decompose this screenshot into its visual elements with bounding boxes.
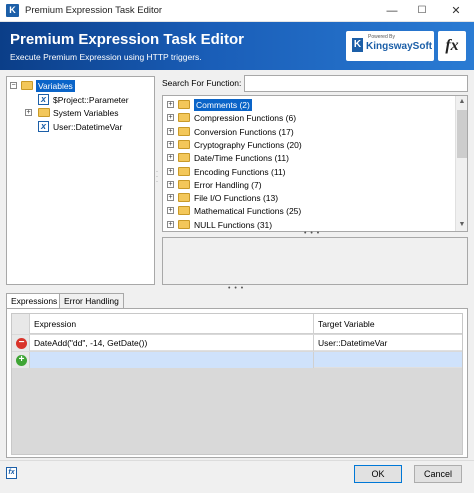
new-expression-cell[interactable] — [30, 352, 314, 368]
tree-label-variables: Variables — [36, 80, 75, 92]
folder-icon — [178, 100, 190, 109]
expression-cell[interactable]: DateAdd("dd", -14, GetDate()) — [30, 335, 314, 351]
expressions-panel: Expression Target Variable − DateAdd("dd… — [6, 308, 468, 458]
search-function-input[interactable] — [244, 75, 468, 92]
cancel-button[interactable]: Cancel — [414, 465, 462, 483]
app-icon: K — [6, 4, 19, 17]
fx-icon: fx — [438, 31, 466, 61]
folder-icon — [178, 113, 190, 123]
column-header-target-variable[interactable]: Target Variable — [314, 314, 462, 334]
table-row[interactable]: − DateAdd("dd", -14, GetDate()) User::Da… — [12, 335, 462, 351]
expressions-grid[interactable]: Expression Target Variable − DateAdd("dd… — [11, 313, 463, 455]
grid-header: Expression Target Variable — [12, 314, 462, 334]
expand-icon[interactable]: + — [167, 101, 174, 108]
folder-icon — [21, 81, 33, 90]
expand-icon[interactable]: + — [167, 127, 174, 135]
add-row-icon[interactable]: + — [16, 355, 27, 366]
tab-strip: Expressions Error Handling — [6, 293, 468, 309]
remove-row-icon[interactable]: − — [16, 338, 27, 349]
banner-subtitle: Execute Premium Expression using HTTP tr… — [10, 52, 202, 62]
folder-icon — [178, 206, 190, 216]
variable-icon: x — [38, 121, 49, 132]
folder-icon — [178, 126, 190, 136]
expand-icon[interactable]: + — [167, 220, 174, 228]
header-banner: Premium Expression Task Editor Execute P… — [0, 22, 474, 70]
folder-icon — [178, 219, 190, 229]
tree-item-label: System Variables — [53, 108, 119, 118]
folder-icon — [178, 153, 190, 163]
function-description-panel — [162, 237, 468, 285]
function-splitter[interactable]: • • • — [304, 230, 320, 237]
variables-tree[interactable]: − Variables x $Project::Parameter + Syst… — [6, 76, 155, 285]
horizontal-splitter[interactable]: • • • — [228, 285, 244, 292]
expression-fx-icon[interactable]: fx — [6, 467, 17, 479]
footer-divider — [0, 460, 474, 461]
function-category-label: Date/Time Functions (11) — [194, 153, 289, 164]
scroll-up-icon[interactable]: ▲ — [456, 96, 467, 108]
title-bar: K Premium Expression Task Editor — ☐ ✕ — [0, 0, 474, 22]
close-button[interactable]: ✕ — [440, 0, 472, 22]
folder-icon — [38, 108, 50, 117]
logo-powered-by: Powered By — [368, 34, 395, 40]
scrollbar-thumb[interactable] — [457, 110, 467, 158]
expand-icon[interactable]: + — [167, 167, 174, 175]
expand-icon[interactable]: + — [167, 194, 174, 202]
expand-icon[interactable]: + — [167, 154, 174, 162]
vertical-splitter[interactable]: · · · — [156, 169, 160, 185]
function-category-label: Compression Functions (6) — [194, 113, 297, 124]
function-category-label: Error Handling (7) — [194, 179, 262, 190]
logo-k-icon: K — [352, 38, 363, 52]
header-corner — [12, 314, 30, 334]
function-category-label: Comments (2) — [194, 99, 252, 111]
function-tree[interactable]: + Comments (2) + Compression Functions (6) +… — [162, 95, 468, 232]
expand-icon[interactable]: + — [167, 114, 174, 122]
logo-name: KingswaySoft — [366, 41, 433, 52]
maximize-button[interactable]: ☐ — [406, 0, 438, 22]
expand-icon[interactable]: + — [167, 180, 174, 188]
ok-button[interactable]: OK — [354, 465, 402, 483]
minimize-button[interactable]: — — [376, 0, 408, 22]
kingswaysoft-logo: K Powered By KingswaySoft — [346, 31, 434, 61]
tree-item-label: $Project::Parameter — [53, 95, 129, 105]
expand-icon[interactable]: + — [167, 140, 174, 148]
expand-icon[interactable]: + — [167, 207, 174, 215]
variable-icon: x — [38, 94, 49, 105]
function-tree-scrollbar[interactable]: ▲ ▼ — [455, 96, 467, 231]
expand-icon[interactable]: + — [25, 109, 32, 116]
function-category-label: Cryptography Functions (20) — [194, 139, 302, 150]
collapse-icon[interactable]: − — [10, 82, 17, 89]
banner-title: Premium Expression Task Editor — [10, 31, 244, 48]
tab-expressions[interactable]: Expressions — [6, 293, 63, 309]
column-header-expression[interactable]: Expression — [30, 314, 314, 334]
tab-error-handling[interactable]: Error Handling — [59, 293, 124, 308]
function-category-label: Conversion Functions (17) — [194, 126, 294, 137]
function-category-label: Encoding Functions (11) — [194, 166, 286, 177]
function-category-label: NULL Functions (31) — [194, 219, 273, 230]
new-row[interactable]: + — [12, 352, 462, 368]
tree-item-label: User::DatetimeVar — [53, 122, 123, 132]
search-label: Search For Function: — [162, 78, 242, 88]
target-variable-cell[interactable]: User::DatetimeVar — [314, 335, 462, 351]
folder-icon — [178, 139, 190, 149]
folder-icon — [178, 179, 190, 189]
window-title: Premium Expression Task Editor — [25, 5, 163, 16]
function-category-label: File I/O Functions (13) — [194, 193, 279, 204]
function-category-label: Mathematical Functions (25) — [194, 206, 302, 217]
scroll-down-icon[interactable]: ▼ — [456, 219, 467, 231]
folder-icon — [178, 166, 190, 176]
folder-icon — [178, 193, 190, 203]
